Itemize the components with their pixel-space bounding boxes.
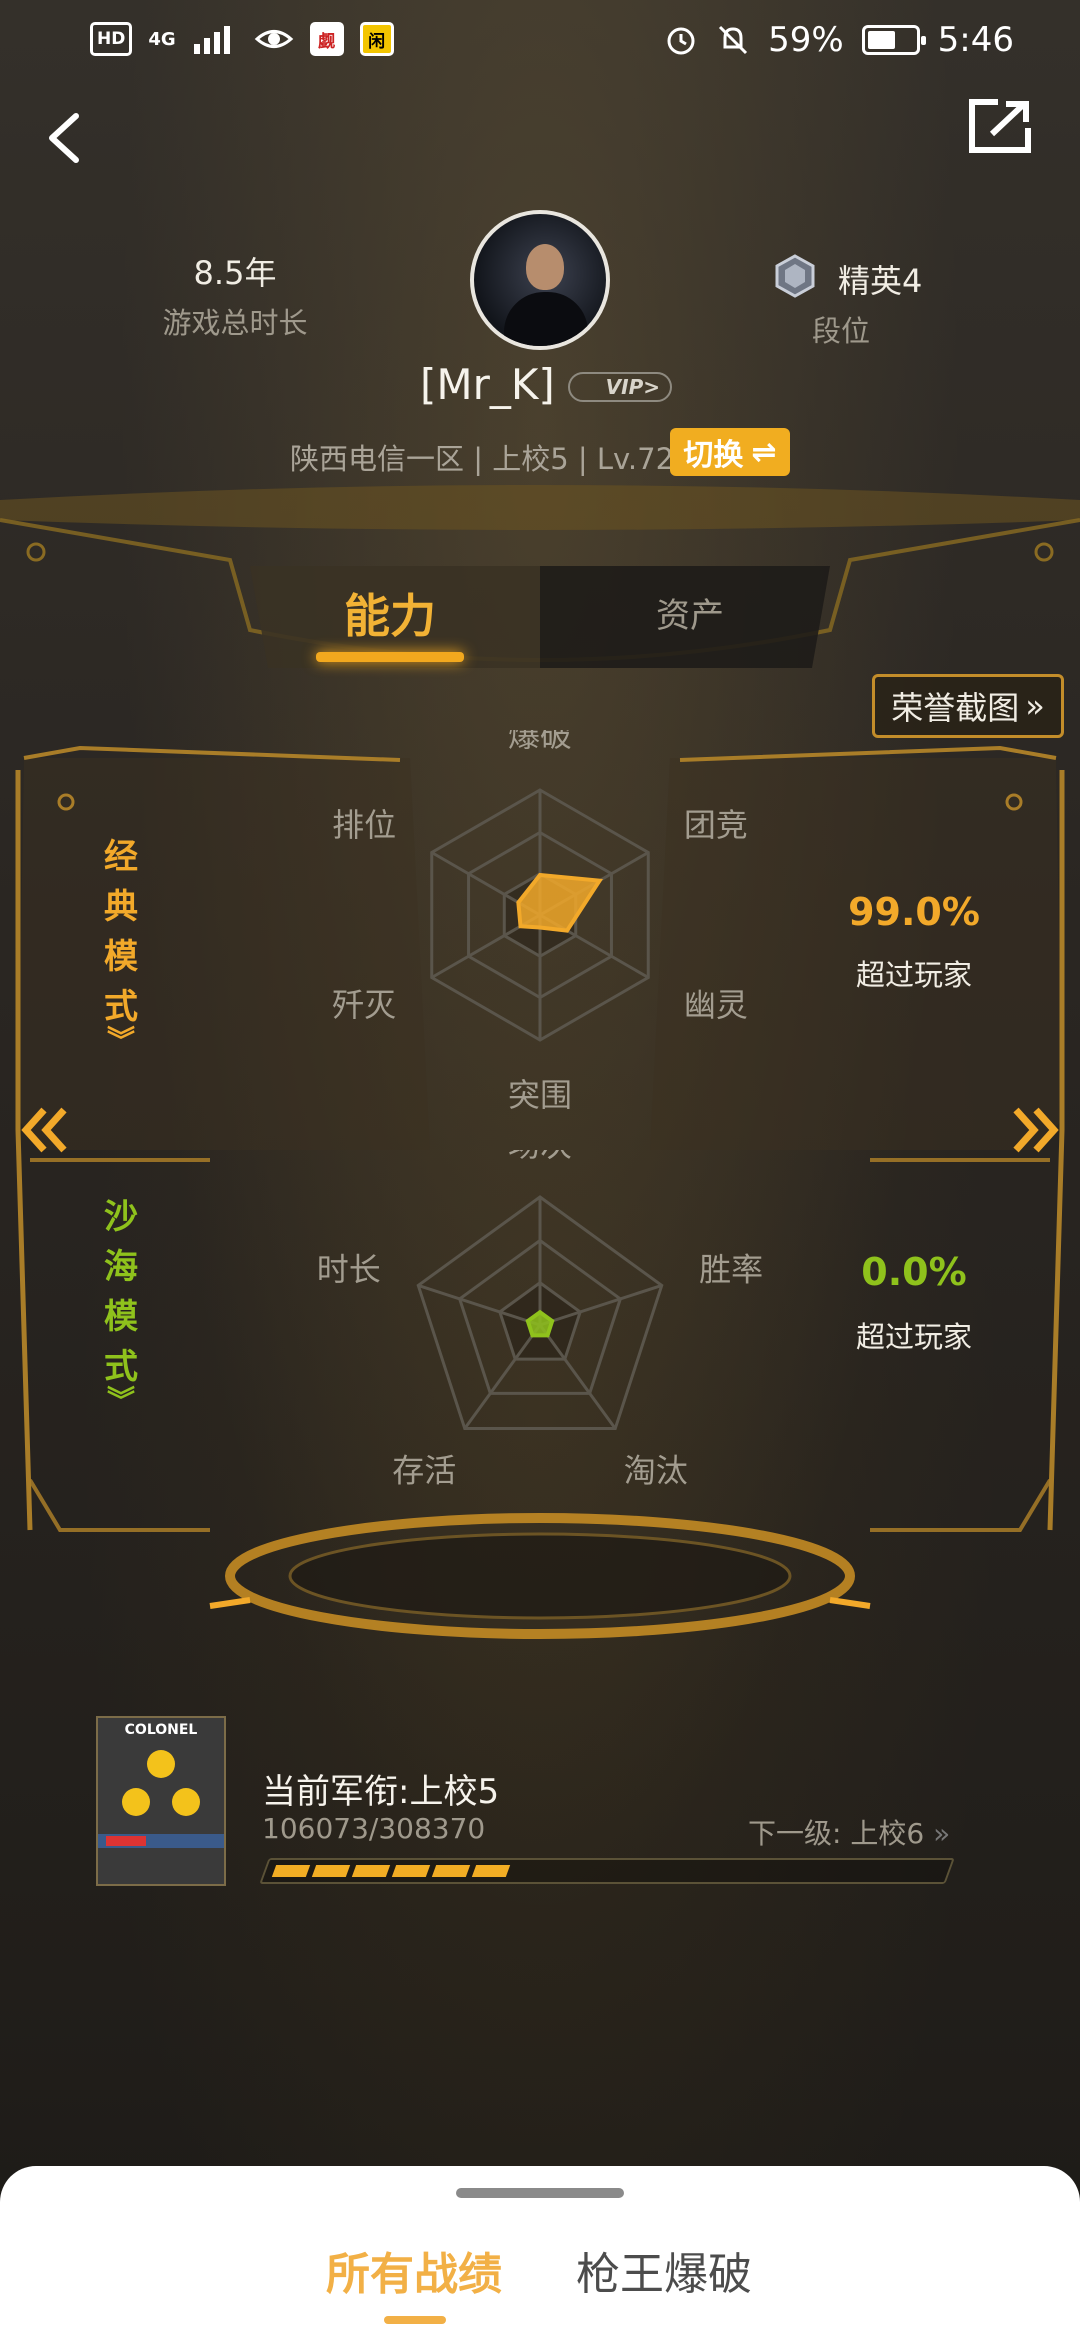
alarm-icon [667,27,695,55]
switch-button[interactable]: 切换 ⇌ [670,428,790,476]
play-duration-label: 游戏总时长 [162,306,308,340]
radar-axis-label: 场次 [508,1150,572,1164]
rank-progress-text: 106073/308370 [262,1812,486,1845]
radar-axis-label: 存活 [392,1452,456,1490]
switch-label: 切换 [683,438,744,473]
signal-icon [193,26,230,54]
rank-badge-text: COLONEL [124,1722,198,1738]
app-notification-icon: 觑 [309,22,344,56]
radar-axis-label: 爆破 [508,730,572,754]
progress-segment [351,1865,391,1877]
chevron-down-icon: ︾ [106,1384,135,1417]
bottom-tab-indicator [384,2316,446,2324]
classic-radar-chart: 爆破团竞幽灵突围 歼灭 排位 [332,730,748,1114]
app-notification-icon-2: 闲 [359,22,394,56]
player-name: [Mr_K] [420,360,555,409]
desert-mode-char: 海 [104,1247,138,1287]
next-arrow-button[interactable] [1010,1100,1060,1160]
tab-assets[interactable]: 资产 [620,588,760,637]
radar-axis-label: 歼灭 [332,986,396,1024]
radar-axis-label: 团竞 [684,806,748,844]
vip-label: VIP [605,375,644,399]
rank-badge-icon [775,254,815,298]
desert-radar-chart: 场次胜率淘汰 存活 时长 [317,1150,763,1490]
play-duration: 8.5年 游戏总时长 [150,248,320,342]
classic-exceed-label: 超过玩家 [855,958,972,992]
progress-segment [431,1865,471,1877]
share-button[interactable] [968,96,1034,154]
battery-icon [861,25,926,55]
progress-segment [271,1865,311,1877]
colonel-rank-badge: COLONEL [96,1716,226,1886]
status-bar: HD 4G 觑 闲 59% 5:46 [0,0,1080,84]
classic-percent: 99.0% [848,890,980,934]
radar-axis-label: 淘汰 [624,1452,688,1490]
mute-bell-icon [719,25,748,55]
chevron-down-icon: ︾ [106,1024,135,1057]
tab-all-records[interactable]: 所有战绩 [326,2238,502,2302]
radar-axis-label: 幽灵 [684,986,748,1024]
battery-percent: 59% [768,20,844,60]
next-rank-link[interactable]: 下一级: 上校6 » [748,1812,950,1852]
rank-label: 段位 [812,314,871,348]
desert-mode-char: 沙 [104,1197,138,1237]
classic-mode-char: 经 [104,837,138,877]
radar-axis-label: 排位 [332,806,396,844]
progress-segment [311,1865,351,1877]
radar-axis-label: 突围 [508,1076,572,1114]
honor-screenshot-label: 荣誉截图 [891,689,1020,727]
tab-indicator [316,652,464,662]
sheet-handle[interactable] [456,2188,624,2198]
back-button[interactable] [36,102,96,172]
double-chevron-right-icon: » [933,1817,951,1850]
classic-mode-char: 模 [104,937,138,977]
honor-screenshot-button[interactable]: 荣誉截图 » [872,674,1064,738]
progress-segment [471,1865,511,1877]
classic-mode-toggle[interactable]: 经 典 模 式 ︾ [96,832,146,1057]
eye-icon [254,30,293,48]
swap-icon: ⇌ [751,434,777,470]
hd-icon: HD [90,22,133,56]
tab-sniper-demolition[interactable]: 枪王爆破 [576,2238,752,2302]
network-type: 4G [148,28,176,50]
next-rank-label: 下一级: 上校6 [748,1817,925,1850]
server-info: 陕西电信一区 | 上校5 | Lv.72 [290,442,675,476]
rank-stars-icon [98,1750,224,1848]
avatar[interactable] [470,210,610,350]
radar-axis-label: 胜率 [699,1250,763,1288]
radar-axis-label: 时长 [317,1250,381,1288]
vip-badge[interactable]: VIP > [568,372,672,402]
prev-arrow-button[interactable] [20,1100,70,1160]
classic-mode-char: 典 [104,887,138,927]
desert-mode-char: 模 [104,1297,138,1337]
tab-ability[interactable]: 能力 [320,580,460,646]
desert-exceed-label: 超过玩家 [855,1320,972,1354]
radar-axis-line [538,1324,617,1430]
desert-percent: 0.0% [861,1250,967,1294]
desert-mode-toggle[interactable]: 沙 海 模 式 ︾ [96,1192,146,1417]
current-rank: 当前军衔:上校5 [262,1772,500,1812]
double-chevron-right-icon: » [1025,687,1045,725]
play-duration-value: 8.5年 [193,254,277,292]
clock: 5:46 [937,20,1014,60]
radar-axis-line [463,1324,542,1430]
progress-segment [391,1865,431,1877]
rank-progress-bar [259,1858,955,1884]
rank-title: 精英4 [838,262,923,300]
